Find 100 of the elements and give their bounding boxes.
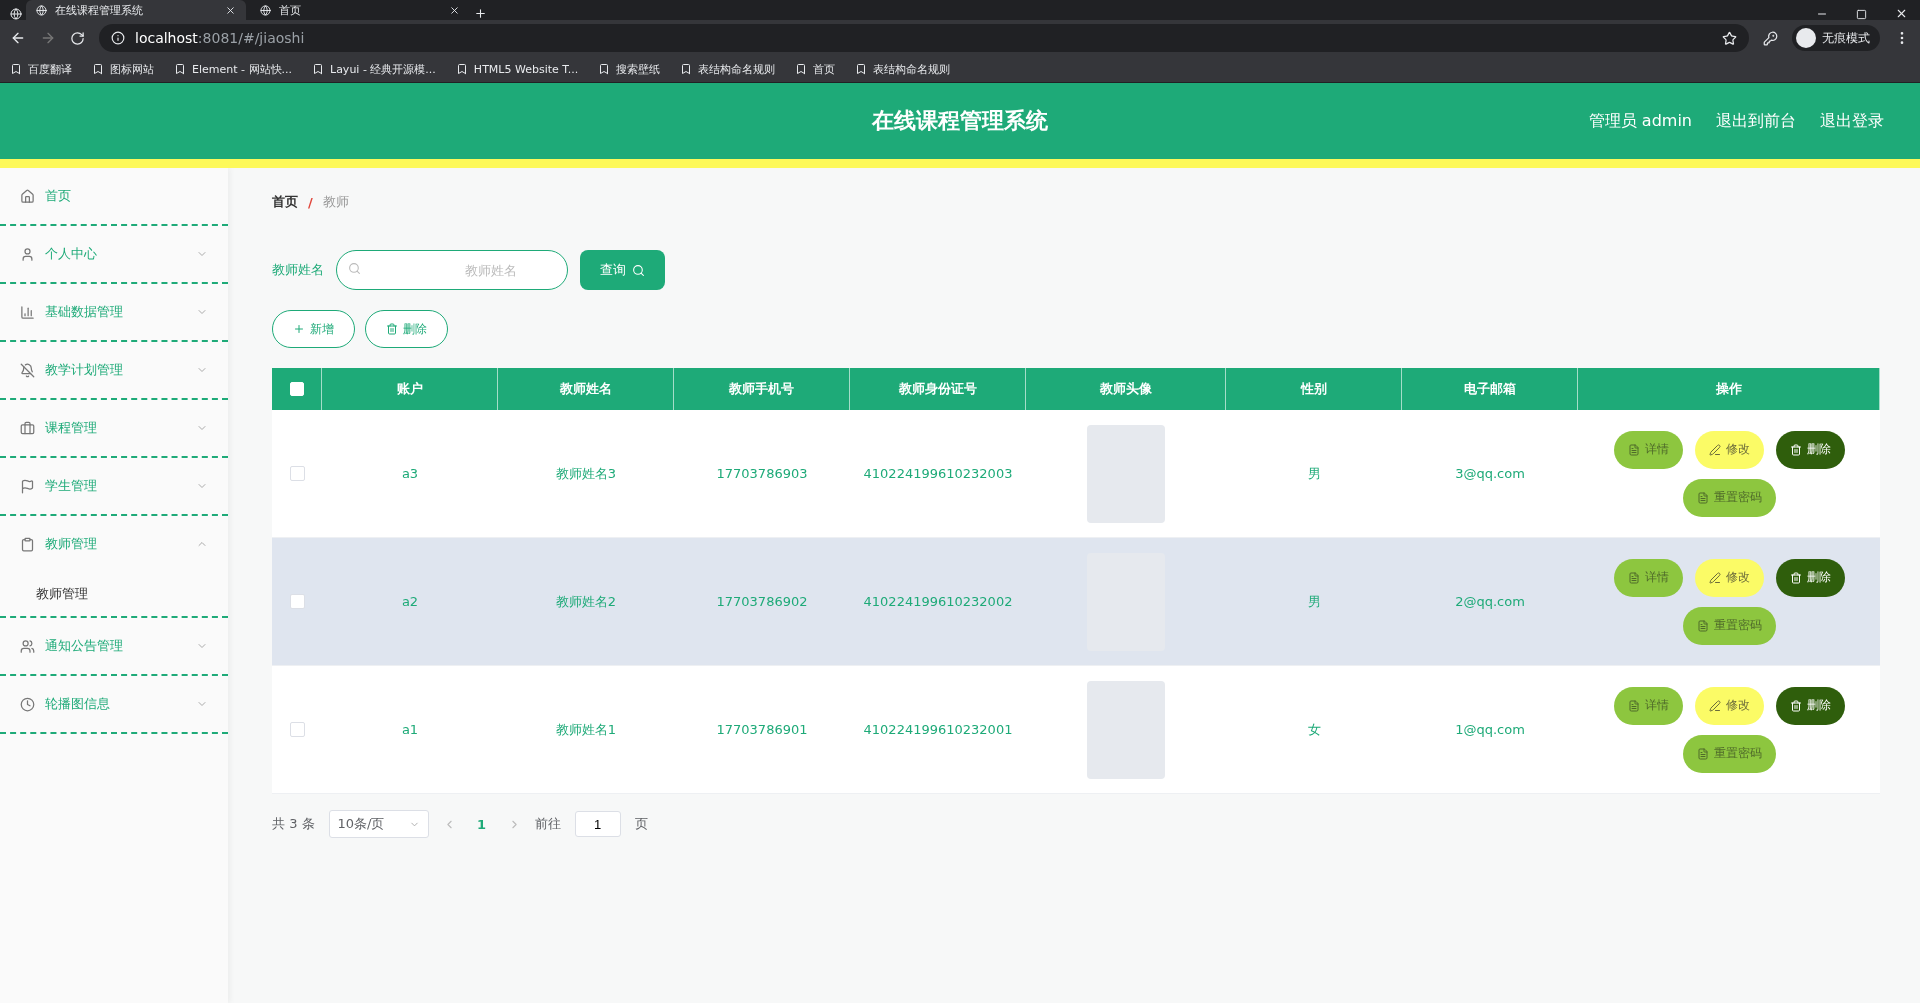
maximize-icon <box>1856 9 1867 20</box>
table-cell: 17703786902 <box>716 594 808 609</box>
page-size-select[interactable]: 10条/页 <box>328 810 429 838</box>
delete-button[interactable]: 删除 <box>1775 558 1845 597</box>
bookmark-icon <box>312 63 324 75</box>
table-cell: 410224199610232001 <box>863 722 1013 737</box>
row-checkbox[interactable] <box>289 466 305 481</box>
delete-button[interactable]: 删除 <box>365 310 448 348</box>
trash-icon <box>1789 443 1802 456</box>
document-icon <box>1627 571 1640 584</box>
goto-page-field[interactable]: 1 <box>574 811 621 837</box>
add-button[interactable]: 新增 <box>272 310 355 348</box>
globe-icon <box>260 4 271 16</box>
delete-button[interactable]: 删除 <box>1775 686 1845 725</box>
delete-button[interactable]: 删除 <box>1775 430 1845 469</box>
close-icon <box>449 4 460 16</box>
header-link[interactable]: 退出登录 <box>1820 110 1884 132</box>
flag-icon <box>20 478 35 494</box>
query-button[interactable]: 查询 <box>580 250 665 290</box>
detail-button[interactable]: 详情 <box>1613 686 1683 725</box>
row-checkbox[interactable] <box>289 594 305 609</box>
reset-button[interactable]: 重置密码 <box>1682 478 1776 517</box>
detail-button[interactable]: 详情 <box>1613 558 1683 597</box>
back-icon <box>10 30 26 46</box>
info-icon <box>111 31 125 45</box>
document-icon <box>1627 699 1640 712</box>
table-cell: 男 <box>1307 592 1321 611</box>
sidebar-item[interactable]: 教学计划管理 <box>0 342 228 398</box>
bookmark-icon <box>455 63 468 75</box>
search-field[interactable]: 教师姓名 <box>336 250 568 290</box>
reset-button[interactable]: 重置密码 <box>1682 734 1776 773</box>
edit-button[interactable]: 修改 <box>1694 686 1764 725</box>
forward-icon <box>40 30 56 46</box>
document-icon <box>1696 491 1709 504</box>
bookmark-icon <box>680 63 693 75</box>
trash-icon <box>386 323 398 335</box>
close-icon <box>1895 7 1908 20</box>
edit-button[interactable]: 修改 <box>1694 558 1764 597</box>
bookmark-icon <box>92 63 104 75</box>
page-number[interactable]: 1 <box>469 816 494 832</box>
search-icon <box>632 263 645 277</box>
bookmark[interactable]: 首页 <box>795 61 836 77</box>
search-label: 教师姓名 <box>272 261 324 279</box>
sidebar-item[interactable]: 学生管理 <box>0 458 228 514</box>
profile-button[interactable]: 无痕模式 <box>1792 25 1880 51</box>
reload-icon <box>70 30 85 46</box>
table-cell: 410224199610232002 <box>863 594 1013 609</box>
browser-tab[interactable]: 首页 <box>250 0 470 20</box>
bookmark[interactable]: HTML5 Website T... <box>455 62 579 76</box>
goto-label: 前往 <box>534 815 561 833</box>
table-cell: 教师姓名2 <box>555 592 617 611</box>
sidebar-item[interactable]: 课程管理 <box>0 400 228 456</box>
table-cell: 410224199610232003 <box>863 466 1013 481</box>
goto-suffix: 页 <box>634 815 648 833</box>
sidebar-item[interactable]: 教师管理 <box>0 516 228 572</box>
sidebar-item[interactable]: 首页 <box>0 168 228 226</box>
table-cell: 3@qq.com <box>1455 466 1525 481</box>
sidebar-item[interactable]: 个人中心 <box>0 226 228 282</box>
bookmark-icon <box>174 63 186 75</box>
breadcrumb-item[interactable]: 教师 <box>322 193 349 211</box>
sidebar-item[interactable]: 轮播图信息 <box>0 676 228 732</box>
home-icon <box>20 188 35 204</box>
reset-button[interactable]: 重置密码 <box>1682 606 1776 645</box>
detail-button[interactable]: 详情 <box>1613 430 1683 469</box>
clipboard-icon <box>20 536 35 552</box>
bookmark-icon <box>10 63 22 75</box>
total-count: 共 3 条 <box>272 815 315 833</box>
table-cell: a3 <box>401 466 419 481</box>
table-cell: a1 <box>401 722 419 737</box>
bookmark[interactable]: 图标网站 <box>92 61 154 77</box>
document-icon <box>1696 619 1709 632</box>
header-link[interactable]: 退出到前台 <box>1716 110 1796 132</box>
bell-off-icon <box>20 362 35 378</box>
bookmark[interactable]: 搜索壁纸 <box>598 61 661 77</box>
bookmark[interactable]: 百度翻译 <box>10 61 72 77</box>
table-cell: 17703786903 <box>716 466 808 481</box>
sidebar-item[interactable]: 通知公告管理 <box>0 618 228 674</box>
table-cell: 男 <box>1307 464 1321 483</box>
pen-icon <box>1708 699 1721 712</box>
bookmark-icon <box>598 63 611 75</box>
bookmark[interactable]: Layui - 经典开源模... <box>312 61 436 77</box>
bookmark[interactable]: 表结构命名规则 <box>855 61 951 77</box>
select-all-checkbox[interactable] <box>289 382 304 396</box>
edit-button[interactable]: 修改 <box>1694 430 1764 469</box>
bookmark-icon <box>855 63 868 75</box>
table-cell: 教师姓名1 <box>555 720 617 739</box>
users-icon <box>20 638 35 654</box>
row-checkbox[interactable] <box>289 722 305 737</box>
bookmark[interactable]: Element - 网站快... <box>174 61 292 77</box>
header-link[interactable]: 管理员 admin <box>1588 110 1692 132</box>
bookmark[interactable]: 表结构命名规则 <box>680 61 776 77</box>
breadcrumb-item[interactable]: 首页 <box>272 193 298 211</box>
address-bar[interactable]: localhost:8081/#/jiaoshi <box>99 24 1749 52</box>
trash-icon <box>1789 571 1802 584</box>
sidebar-subitem[interactable]: 教师管理 <box>0 572 228 616</box>
table-cell: 2@qq.com <box>1455 594 1525 609</box>
sidebar-item[interactable]: 基础数据管理 <box>0 284 228 340</box>
breadcrumb-separator: / <box>308 194 313 210</box>
clock-icon <box>20 696 35 712</box>
browser-tab[interactable]: 在线课程管理系统 <box>26 0 246 20</box>
